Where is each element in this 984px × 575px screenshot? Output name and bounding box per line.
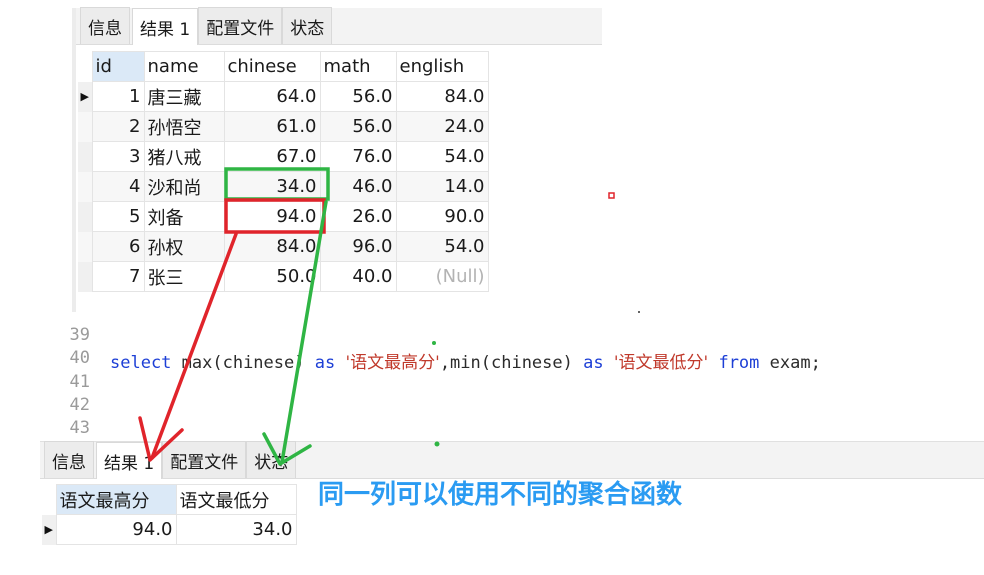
cell-id[interactable]: 1 <box>91 81 145 112</box>
table-row[interactable]: 4 沙和尚 34.0 46.0 14.0 <box>78 171 489 202</box>
row-marker <box>78 141 92 172</box>
keyword-from: from <box>718 353 760 373</box>
table-header-row: 语文最高分 语文最低分 <box>42 484 297 515</box>
cell-id[interactable]: 4 <box>91 171 145 202</box>
row-marker-header <box>78 51 92 82</box>
cell-chinese[interactable]: 67.0 <box>223 141 321 172</box>
table-row[interactable]: 7 张三 50.0 40.0 (Null) <box>78 261 489 292</box>
cell-id[interactable]: 3 <box>91 141 145 172</box>
code-table-name: exam; <box>759 353 821 373</box>
table-row[interactable]: 3 猪八戒 67.0 76.0 54.0 <box>78 141 489 172</box>
cell-math[interactable]: 96.0 <box>319 231 397 262</box>
cell-english[interactable]: 84.0 <box>395 81 489 112</box>
table-row[interactable]: ▶ 94.0 34.0 <box>42 514 297 545</box>
cell-math[interactable]: 26.0 <box>319 201 397 232</box>
string-literal: '语文最低分' <box>613 353 709 373</box>
annotation-caption: 同一列可以使用不同的聚合函数 <box>318 480 683 510</box>
cell-name[interactable]: 猪八戒 <box>143 141 225 172</box>
tab-result-1[interactable]: 结果 1 <box>96 442 163 479</box>
cell-math[interactable]: 46.0 <box>319 171 397 202</box>
tab-status[interactable]: 状态 <box>282 7 333 44</box>
cell-name[interactable]: 沙和尚 <box>143 171 225 202</box>
cell-english[interactable]: 24.0 <box>395 111 489 142</box>
row-marker <box>78 111 92 142</box>
top-tabbar: 信息 结果 1 配置文件 状态 <box>72 7 602 45</box>
current-row-arrow-icon: ▶ <box>78 81 92 112</box>
cell-name[interactable]: 唐三藏 <box>143 81 225 112</box>
cell-chinese[interactable]: 84.0 <box>223 231 321 262</box>
column-header-chinese[interactable]: chinese <box>223 51 321 82</box>
cell-id[interactable]: 2 <box>91 111 145 142</box>
cell-id[interactable]: 6 <box>91 231 145 262</box>
tab-result-1[interactable]: 结果 1 <box>132 8 199 45</box>
cell-english-null[interactable]: (Null) <box>395 261 489 292</box>
cell-chinese[interactable]: 64.0 <box>223 81 321 112</box>
cell-name[interactable]: 张三 <box>143 261 225 292</box>
line-number: 43 <box>69 418 90 438</box>
cell-name[interactable]: 孙悟空 <box>143 111 225 142</box>
line-number: 40 <box>69 348 90 368</box>
panel-edge <box>72 8 76 312</box>
cell-chinese[interactable]: 50.0 <box>223 261 321 292</box>
aggregate-result-table: 语文最高分 语文最低分 ▶ 94.0 34.0 <box>42 484 297 545</box>
result-table: id name chinese math english ▶ 1 唐三藏 64.… <box>78 51 489 292</box>
row-marker-header <box>42 484 56 515</box>
sql-statement[interactable]: select max(chinese) as '语文最高分',min(chine… <box>110 348 821 373</box>
cell-math[interactable]: 56.0 <box>319 111 397 142</box>
table-row[interactable]: 2 孙悟空 61.0 56.0 24.0 <box>78 111 489 142</box>
table-row[interactable]: 6 孙权 84.0 96.0 54.0 <box>78 231 489 262</box>
cell-english[interactable]: 54.0 <box>395 141 489 172</box>
cell-math[interactable]: 56.0 <box>319 81 397 112</box>
tab-profile[interactable]: 配置文件 <box>162 441 247 478</box>
tab-info[interactable]: 信息 <box>80 7 130 44</box>
code-max-call: max(chinese) <box>171 353 315 373</box>
keyword-as: as <box>583 353 604 373</box>
current-row-arrow-icon: ▶ <box>42 514 56 545</box>
keyword-select: select <box>110 353 172 373</box>
column-header-min-chinese[interactable]: 语文最低分 <box>175 484 297 515</box>
row-marker <box>78 171 92 202</box>
column-header-id[interactable]: id <box>91 51 145 82</box>
row-marker <box>78 261 92 292</box>
cell-math[interactable]: 40.0 <box>319 261 397 292</box>
cell-english[interactable]: 90.0 <box>395 201 489 232</box>
cell-chinese[interactable]: 61.0 <box>223 111 321 142</box>
cell-chinese[interactable]: 94.0 <box>223 201 321 232</box>
cell-math[interactable]: 76.0 <box>319 141 397 172</box>
cell-name[interactable]: 刘备 <box>143 201 225 232</box>
line-number: 39 <box>69 325 90 345</box>
column-header-name[interactable]: name <box>143 51 225 82</box>
cell-max-chinese[interactable]: 94.0 <box>55 514 177 545</box>
string-literal: '语文最高分' <box>345 353 440 373</box>
row-marker <box>78 201 92 232</box>
row-marker <box>78 231 92 262</box>
cell-english[interactable]: 14.0 <box>395 171 489 202</box>
cell-english[interactable]: 54.0 <box>395 231 489 262</box>
cell-name[interactable]: 孙权 <box>143 231 225 262</box>
line-number: 42 <box>69 395 90 415</box>
stray-dot <box>638 311 640 313</box>
sql-editor[interactable]: 39 40 select max(chinese) as '语文最高分',min… <box>40 325 984 441</box>
table-header-row: id name chinese math english <box>78 51 489 82</box>
cell-min-chinese[interactable]: 34.0 <box>175 514 297 545</box>
column-header-max-chinese[interactable]: 语文最高分 <box>55 484 177 515</box>
table-row[interactable]: ▶ 1 唐三藏 64.0 56.0 84.0 <box>78 81 489 112</box>
keyword-as: as <box>314 353 336 373</box>
red-marker <box>608 192 615 199</box>
code-min-call: ,min(chinese) <box>439 353 584 373</box>
tab-info[interactable]: 信息 <box>44 441 94 478</box>
table-row[interactable]: 5 刘备 94.0 26.0 90.0 <box>78 201 489 232</box>
tab-profile[interactable]: 配置文件 <box>198 7 283 44</box>
column-header-english[interactable]: english <box>395 51 489 82</box>
column-header-math[interactable]: math <box>319 51 397 82</box>
cell-chinese[interactable]: 34.0 <box>223 171 321 202</box>
cell-id[interactable]: 5 <box>91 201 145 232</box>
tab-status[interactable]: 状态 <box>246 441 297 478</box>
line-number: 41 <box>69 372 90 392</box>
cell-id[interactable]: 7 <box>91 261 145 292</box>
top-result-panel: 信息 结果 1 配置文件 状态 id name chinese math eng… <box>72 7 602 312</box>
